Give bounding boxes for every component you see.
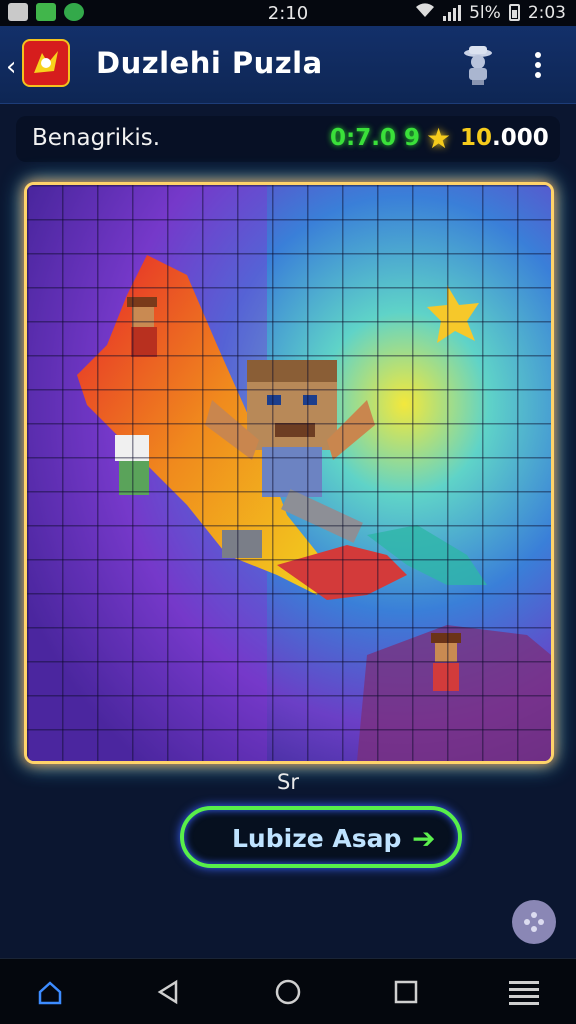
- info-bar: Benagrikis. 0:7.0 9 ★ 10.000: [16, 116, 560, 162]
- back-icon[interactable]: [150, 975, 186, 1009]
- home-icon[interactable]: [32, 975, 68, 1009]
- score-suffix: .000: [492, 125, 549, 151]
- home-circle-icon[interactable]: [270, 975, 306, 1009]
- notification-icon-2: [36, 3, 56, 21]
- battery-percent: 5l%: [469, 2, 501, 23]
- puzzle-board[interactable]: [24, 182, 554, 764]
- status-time-right: 2:03: [527, 2, 566, 23]
- notification-icons: [8, 3, 84, 21]
- status-time: 2:10: [267, 2, 309, 24]
- status-bar: 2:10 5l% 2:03: [0, 0, 576, 26]
- app-logo-icon[interactable]: [22, 39, 70, 87]
- fab-menu-icon[interactable]: [512, 900, 556, 944]
- status-right: 5l% 2:03: [415, 2, 566, 23]
- system-nav-bar: [0, 958, 576, 1024]
- board-caption: Sr: [277, 770, 299, 794]
- star-icon: ★: [426, 122, 452, 155]
- app-bar: ‹ Duzlehi Puzla: [0, 26, 576, 104]
- timer: 0:7.0 9: [330, 125, 420, 151]
- play-button[interactable]: Lubize Asap ➔: [180, 806, 462, 868]
- notification-icon-1: [8, 3, 28, 21]
- notification-icon-3: [64, 3, 84, 21]
- puzzle-grid: [27, 185, 551, 761]
- guide-icon[interactable]: [460, 44, 496, 86]
- more-options-icon[interactable]: [530, 48, 546, 82]
- arrow-right-icon: ➔: [412, 822, 436, 855]
- play-button-label: Lubize Asap: [232, 824, 402, 853]
- player-name: Benagrikis.: [32, 125, 161, 151]
- score-main: 10: [460, 125, 493, 151]
- wifi-icon: [415, 2, 435, 23]
- menu-lines-icon[interactable]: [506, 975, 542, 1009]
- app-title: Duzlehi Puzla: [96, 46, 323, 80]
- battery-icon: [508, 4, 520, 21]
- score: 10.000: [460, 125, 549, 151]
- back-arrow-icon[interactable]: ‹: [6, 52, 16, 82]
- signal-icon: [443, 4, 462, 21]
- recents-icon[interactable]: [388, 975, 424, 1009]
